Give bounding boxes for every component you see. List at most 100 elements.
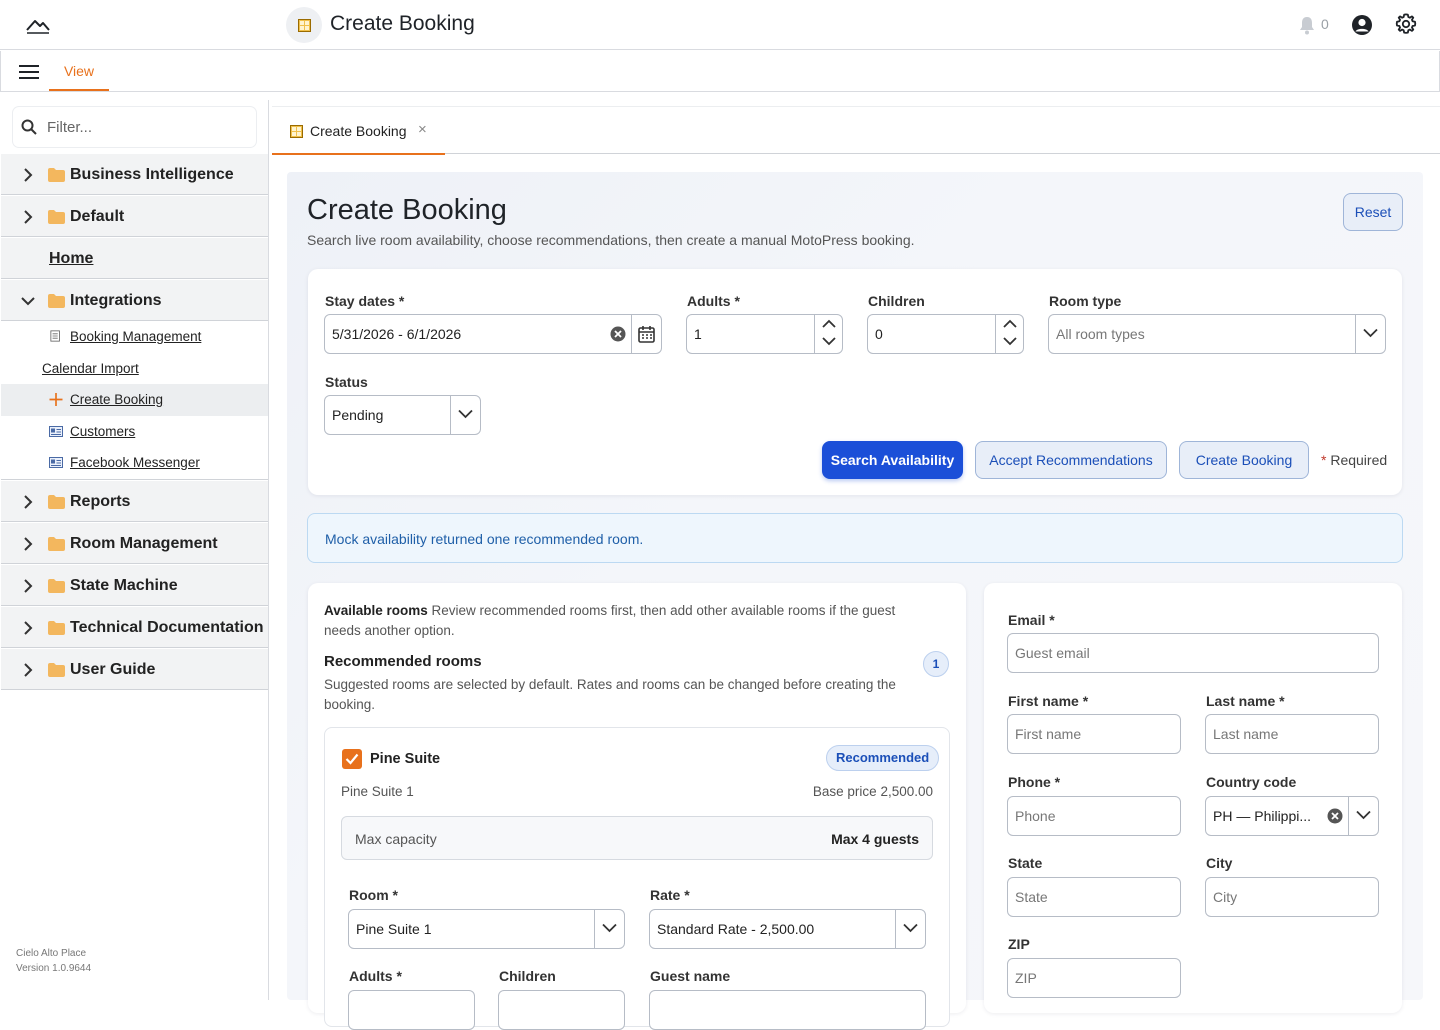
clear-icon[interactable] (610, 326, 626, 342)
chevron-right-icon[interactable] (23, 210, 33, 224)
chevron-down-icon[interactable] (822, 337, 836, 346)
stay-dates-field[interactable]: 5/31/2026 - 6/1/2026 (324, 314, 662, 354)
sidebar-item-default[interactable]: Default (1, 195, 268, 237)
room-dropdown-button[interactable] (594, 910, 624, 948)
required-note: * Required (1321, 452, 1387, 468)
sidebar-item-label[interactable]: Calendar Import (42, 361, 139, 376)
zip-field[interactable]: ZIP (1007, 958, 1181, 998)
status-select[interactable]: Pending (324, 395, 481, 435)
country-code-select[interactable]: PH — Philippi... (1205, 796, 1379, 836)
sidebar-item-business-intelligence[interactable]: Business Intelligence (1, 153, 268, 195)
adults-stepper[interactable]: 1 (686, 314, 843, 354)
folder-icon (48, 662, 65, 677)
sidebar-item-label: State Machine (70, 576, 178, 594)
menu-bar: View (0, 51, 1440, 92)
chevron-right-icon[interactable] (23, 578, 33, 593)
accept-recommendations-button[interactable]: Accept Recommendations (975, 441, 1167, 479)
sidebar-item-integrations[interactable]: Integrations (1, 279, 268, 321)
filter-input[interactable] (47, 107, 247, 147)
page-icon (286, 7, 322, 43)
state-label: State (1008, 855, 1043, 871)
view-menu-tab[interactable]: View (49, 51, 109, 91)
chevron-right-icon[interactable] (23, 662, 33, 677)
stay-dates-value: 5/31/2026 - 6/1/2026 (332, 326, 462, 342)
sidebar-item-technical-documentation[interactable]: Technical Documentation (1, 605, 268, 648)
sidebar-item-state-machine[interactable]: State Machine (1, 563, 268, 606)
folder-icon (48, 494, 65, 509)
room-select[interactable]: Pine Suite 1 (348, 909, 625, 949)
stay-dates-label: Stay dates * (325, 293, 405, 309)
sidebar-item-reports[interactable]: Reports (1, 479, 268, 522)
chevron-right-icon[interactable] (23, 620, 33, 635)
sidebar-footer: Cielo Alto Place Version 1.0.9644 (16, 946, 91, 976)
calendar-button[interactable] (631, 315, 661, 353)
sidebar-item-user-guide[interactable]: User Guide (1, 647, 268, 690)
chevron-right-icon[interactable] (23, 494, 33, 509)
sidebar-item-home[interactable]: Home (1, 237, 268, 279)
children-spinner[interactable] (995, 315, 1023, 353)
email-label: Email * (1008, 612, 1055, 628)
user-account-icon[interactable] (1351, 14, 1373, 36)
sidebar-item-calendar-import[interactable]: Calendar Import (1, 353, 268, 385)
status-label: Status (325, 374, 368, 390)
available-rooms-heading: Available rooms (324, 603, 428, 618)
sidebar-item-room-management[interactable]: Room Management (1, 521, 268, 564)
chevron-right-icon[interactable] (23, 168, 33, 182)
chevron-right-icon[interactable] (23, 536, 33, 551)
state-field[interactable]: State (1007, 877, 1181, 917)
adults-spinner[interactable] (814, 315, 842, 353)
sidebar-item-label[interactable]: Home (49, 250, 93, 268)
sidebar-item-label[interactable]: Facebook Messenger (70, 455, 200, 470)
bell-icon[interactable] (1298, 15, 1316, 35)
main-area: Create Booking × Create Booking Search l… (270, 100, 1440, 1030)
reset-button[interactable]: Reset (1343, 193, 1403, 231)
settings-gear-icon[interactable] (1395, 13, 1417, 35)
chevron-up-icon[interactable] (822, 319, 836, 328)
mountain-logo-icon[interactable] (24, 12, 52, 36)
chevron-down-icon[interactable] (21, 296, 35, 306)
chevron-up-icon[interactable] (1003, 319, 1017, 328)
guest-name-field[interactable] (649, 990, 926, 1030)
room-type-select[interactable]: All room types (1048, 314, 1386, 354)
room-select-checkbox[interactable] (342, 749, 362, 769)
sidebar-item-customers[interactable]: Customers (1, 416, 268, 448)
room-card-pine-suite: Pine Suite Recommended Pine Suite 1 Base… (324, 727, 950, 1030)
clear-icon[interactable] (1327, 808, 1343, 824)
rate-select[interactable]: Standard Rate - 2,500.00 (649, 909, 926, 949)
chevron-down-icon (458, 409, 473, 419)
sidebar-item-label[interactable]: Customers (70, 424, 135, 439)
top-bar: Create Booking 0 (0, 0, 1440, 50)
page-subtitle: Search live room availability, choose re… (307, 232, 915, 248)
children-stepper[interactable]: 0 (867, 314, 1024, 354)
city-label: City (1206, 855, 1233, 871)
folder-icon (48, 168, 65, 182)
create-booking-button[interactable]: Create Booking (1179, 441, 1309, 479)
sidebar-filter (13, 107, 256, 147)
room-adults-stepper[interactable] (348, 990, 475, 1030)
sidebar-item-label[interactable]: Booking Management (70, 329, 201, 344)
close-tab-icon[interactable]: × (418, 121, 427, 138)
last-name-field[interactable]: Last name (1205, 714, 1379, 754)
first-name-field[interactable]: First name (1007, 714, 1181, 754)
search-icon (21, 119, 37, 135)
phone-field[interactable]: Phone (1007, 796, 1181, 836)
chevron-down-icon[interactable] (1003, 337, 1017, 346)
room-children-label: Children (499, 968, 556, 984)
base-price: Base price 2,500.00 (812, 784, 933, 799)
sidebar-item-facebook-messenger[interactable]: Facebook Messenger (1, 447, 268, 479)
city-field[interactable]: City (1205, 877, 1379, 917)
status-dropdown-button[interactable] (450, 396, 480, 434)
sidebar-item-create-booking[interactable]: Create Booking (1, 384, 268, 416)
rate-dropdown-button[interactable] (895, 910, 925, 948)
sidebar-item-label[interactable]: Create Booking (70, 392, 163, 407)
email-field[interactable]: Guest email (1007, 633, 1379, 673)
country-dropdown-button[interactable] (1348, 797, 1378, 835)
room-type-dropdown-button[interactable] (1355, 315, 1385, 353)
tab-create-booking[interactable]: Create Booking × (272, 107, 445, 155)
search-availability-button[interactable]: Search Availability (822, 441, 963, 479)
adults-label: Adults * (687, 293, 740, 309)
availability-alert: Mock availability returned one recommend… (307, 513, 1403, 563)
room-children-stepper[interactable] (498, 990, 625, 1030)
hamburger-menu-icon[interactable] (19, 65, 39, 79)
sidebar-item-booking-management[interactable]: Booking Management (1, 321, 268, 353)
